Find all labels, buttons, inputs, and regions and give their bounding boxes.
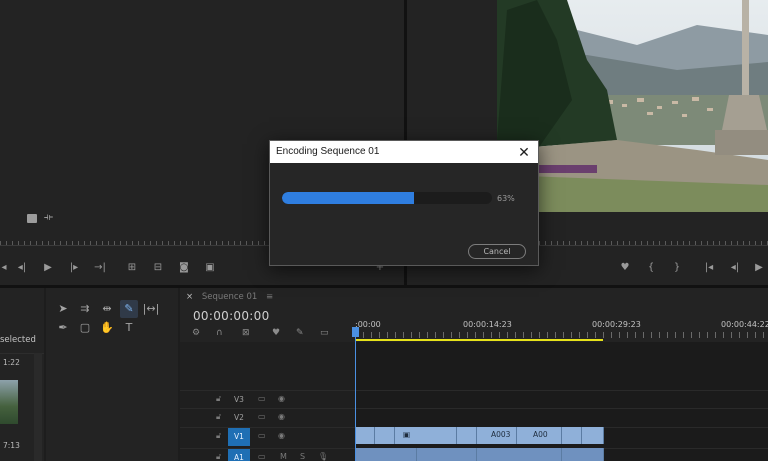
- video-clip[interactable]: ▣: [395, 427, 457, 444]
- go-to-in-icon[interactable]: |◂: [701, 260, 717, 276]
- sequence-tab[interactable]: × Sequence 01 ≡: [186, 292, 273, 302]
- overwrite-icon[interactable]: ⊟: [150, 260, 166, 276]
- ripple-edit-icon[interactable]: ⇹: [98, 300, 116, 318]
- close-tab-icon[interactable]: ×: [186, 292, 193, 302]
- razor-tool-icon[interactable]: ✎: [120, 300, 138, 318]
- playhead-line[interactable]: [355, 328, 356, 461]
- clip-name: A00: [533, 430, 548, 439]
- add-marker-icon[interactable]: ♥: [272, 328, 280, 338]
- clip-thumbnail[interactable]: [0, 380, 18, 424]
- linked-selection-icon[interactable]: ⊠: [242, 328, 250, 338]
- encoding-progress-bar: [282, 192, 492, 204]
- dialog-title-bar[interactable]: Encoding Sequence 01 ✕: [270, 141, 538, 163]
- mark-in-icon[interactable]: ◂: [0, 260, 12, 276]
- hand-tool-icon[interactable]: ✋: [98, 319, 116, 337]
- lock-icon[interactable]: 🔓︎: [216, 431, 221, 441]
- clip-duration: 1:22: [3, 358, 20, 367]
- sync-lock-icon[interactable]: ▭: [258, 452, 266, 461]
- eye-icon[interactable]: ◉: [278, 431, 285, 440]
- ruler-timecode: 00:00:44:22: [721, 320, 768, 329]
- slip-tool-icon[interactable]: |↔|: [142, 300, 160, 318]
- a1-clips: [355, 448, 604, 461]
- captions-icon[interactable]: ▭: [320, 328, 329, 338]
- step-forward-icon[interactable]: |▸: [66, 260, 82, 276]
- type-tool-icon[interactable]: T: [120, 319, 138, 337]
- play-icon[interactable]: ▶: [40, 260, 56, 276]
- ruler-timecode: 00:00:29:23: [592, 320, 641, 329]
- project-panel: selected 1:22 7:13: [0, 288, 44, 461]
- fx-badge-icon: ▣: [403, 430, 411, 439]
- audio-clip[interactable]: [562, 448, 604, 461]
- microphone-icon[interactable]: 🎙︎: [318, 452, 328, 461]
- nest-icon[interactable]: ⚙: [192, 328, 200, 338]
- timeline-toolbar: ⚙ ∩ ⊠ ♥ ✎ ▭: [192, 328, 352, 340]
- audio-clip[interactable]: [417, 448, 477, 461]
- work-area-bar[interactable]: [355, 339, 603, 341]
- rectangle-tool-icon[interactable]: ▢: [76, 319, 94, 337]
- track-select-icon[interactable]: ⇉: [76, 300, 94, 318]
- track-row-v2: 🔓︎ V2 ▭ ◉: [180, 408, 768, 426]
- video-clip[interactable]: [562, 427, 582, 444]
- track-label-a1[interactable]: A1: [228, 449, 250, 461]
- sequence-tab-label: Sequence 01: [201, 292, 258, 302]
- video-clip[interactable]: A003: [477, 427, 517, 444]
- eye-icon[interactable]: ◉: [278, 394, 285, 403]
- panel-menu-icon[interactable]: ≡: [266, 292, 273, 302]
- clip-icon[interactable]: [27, 214, 37, 223]
- drag-audio-video-icon[interactable]: ⟛: [44, 212, 53, 223]
- ruler-ticks: [355, 332, 768, 338]
- audio-clip[interactable]: [355, 448, 417, 461]
- playhead-timecode[interactable]: 00:00:00:00: [193, 309, 270, 323]
- audio-clip[interactable]: [477, 448, 562, 461]
- progress-percent: 63%: [497, 194, 515, 203]
- export-frame-icon[interactable]: ◙: [176, 260, 192, 276]
- dialog-title: Encoding Sequence 01: [276, 146, 380, 157]
- sync-lock-icon[interactable]: ▭: [258, 412, 266, 421]
- step-back-icon[interactable]: ◂|: [14, 260, 30, 276]
- step-back-icon[interactable]: ◂|: [727, 260, 743, 276]
- selection-tool-icon[interactable]: ➤: [54, 300, 72, 318]
- scrollbar[interactable]: [34, 353, 42, 461]
- wrench-icon[interactable]: ✎: [296, 328, 304, 338]
- v1-clips: ▣ A003 A00: [355, 427, 604, 445]
- encoding-dialog: Encoding Sequence 01 ✕ 63% Cancel: [269, 140, 539, 266]
- lock-icon[interactable]: 🔓︎: [216, 394, 221, 404]
- clip-name: A003: [491, 430, 511, 439]
- track-row-v3: 🔓︎ V3 ▭ ◉: [180, 390, 768, 408]
- video-clip[interactable]: [355, 427, 375, 444]
- track-label-v1[interactable]: V1: [228, 428, 250, 446]
- pen-tool-icon[interactable]: ✒: [54, 319, 72, 337]
- video-clip[interactable]: [582, 427, 604, 444]
- sync-lock-icon[interactable]: ▭: [258, 394, 266, 403]
- ruler-timecode: 00:00:14:23: [463, 320, 512, 329]
- video-clip[interactable]: A00: [517, 427, 562, 444]
- sync-lock-icon[interactable]: ▭: [258, 431, 266, 440]
- mute-icon[interactable]: M: [280, 452, 287, 461]
- track-label-v2[interactable]: V2: [228, 409, 250, 427]
- eye-icon[interactable]: ◉: [278, 412, 285, 421]
- lock-icon[interactable]: 🔓︎: [216, 452, 221, 461]
- selection-count-text: selected: [0, 335, 36, 345]
- compare-icon[interactable]: ▣: [202, 260, 218, 276]
- progress-fill: [282, 192, 415, 204]
- cancel-button[interactable]: Cancel: [468, 244, 526, 259]
- play-icon[interactable]: ▶: [751, 260, 767, 276]
- insert-icon[interactable]: ⊞: [124, 260, 140, 276]
- mark-out-icon[interactable]: →|: [92, 260, 108, 276]
- video-clip[interactable]: [375, 427, 395, 444]
- tools-panel: ➤ ⇉ ⇹ ✎ |↔| ✒ ▢ ✋ T: [46, 288, 178, 461]
- solo-icon[interactable]: S: [300, 452, 305, 461]
- lock-icon[interactable]: 🔓︎: [216, 412, 221, 422]
- mark-in-icon[interactable]: {: [643, 260, 659, 276]
- marker-icon[interactable]: ♥: [617, 260, 633, 276]
- timeline-panel: × Sequence 01 ≡ 00:00:00:00 ⚙ ∩ ⊠ ♥ ✎ ▭ …: [180, 288, 768, 461]
- playhead-handle[interactable]: [352, 327, 359, 337]
- video-clip[interactable]: [457, 427, 477, 444]
- clip-duration: 7:13: [3, 441, 20, 450]
- mark-out-icon[interactable]: }: [669, 260, 685, 276]
- close-icon[interactable]: ✕: [514, 142, 534, 162]
- snap-icon[interactable]: ∩: [216, 328, 223, 338]
- track-label-v3[interactable]: V3: [228, 391, 250, 409]
